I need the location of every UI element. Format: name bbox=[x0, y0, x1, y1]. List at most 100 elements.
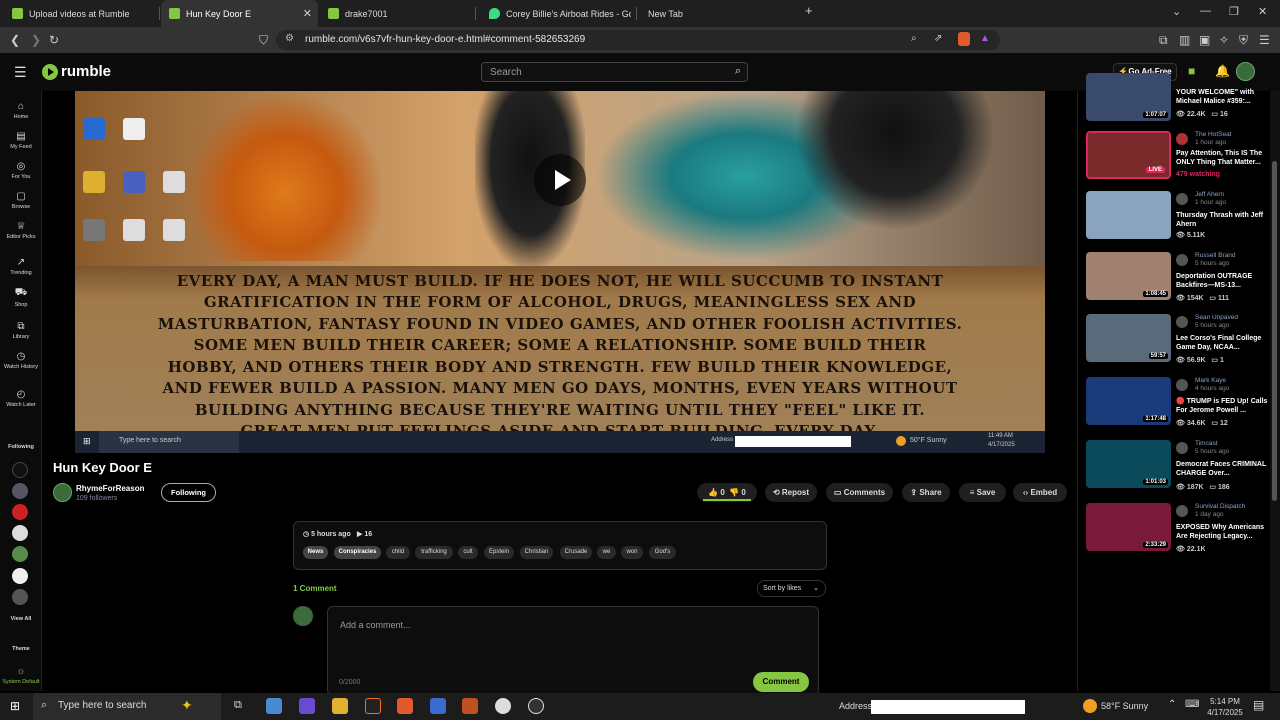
brave-rewards-icon[interactable]: ▲ bbox=[980, 33, 990, 44]
site-info-icon[interactable]: ⚙ bbox=[285, 33, 294, 44]
url-bar[interactable]: ⚙ rumble.com/v6s7vfr-hun-key-door-e.html… bbox=[276, 30, 1000, 50]
notifications-bell-icon[interactable]: 🔔 bbox=[1215, 64, 1230, 78]
channel-avatar[interactable] bbox=[1176, 505, 1188, 517]
tag-child[interactable]: child bbox=[386, 546, 410, 559]
channel-avatar[interactable] bbox=[1176, 193, 1188, 205]
nav-editor-picks[interactable]: ♕ Editor Picks bbox=[0, 221, 42, 240]
app-icon[interactable] bbox=[430, 698, 446, 714]
app-icon[interactable] bbox=[462, 698, 478, 714]
nav-trending[interactable]: ↗ Trending bbox=[0, 257, 42, 276]
nav-for-you[interactable]: ◎ For You bbox=[0, 161, 42, 180]
video-thumbnail[interactable]: 1:01:03 bbox=[1086, 440, 1171, 488]
media-player-icon[interactable] bbox=[528, 698, 544, 714]
reload-icon[interactable]: ↻ bbox=[49, 33, 59, 47]
video-title-link[interactable]: Pay Attention, This IS The ONLY Thing Th… bbox=[1176, 149, 1268, 167]
tag-we[interactable]: we bbox=[597, 546, 616, 559]
channel-avatar[interactable] bbox=[1176, 379, 1188, 391]
nav-library[interactable]: ⧉ Library bbox=[0, 321, 42, 340]
channel-avatar[interactable] bbox=[1176, 442, 1188, 454]
upload-camera-icon[interactable]: ■ bbox=[1188, 64, 1195, 78]
brave-shield-icon[interactable] bbox=[958, 32, 970, 46]
app-icon[interactable] bbox=[299, 698, 315, 714]
video-thumbnail[interactable]: 1:07:07 bbox=[1086, 73, 1171, 121]
tab-google-maps[interactable]: Corey Billie's Airboat Rides - Googl bbox=[481, 0, 637, 27]
video-title-link[interactable]: YOUR WELCOME" with Michael Malice #359:.… bbox=[1176, 88, 1268, 106]
taskbar-search[interactable]: ⌕ Type here to search ✦ bbox=[33, 693, 221, 720]
video-thumbnail[interactable]: LIVE bbox=[1086, 131, 1171, 179]
save-button[interactable]: ≡ Save bbox=[959, 483, 1006, 502]
menu-icon[interactable]: ☰ bbox=[1259, 33, 1270, 47]
tag-news[interactable]: News bbox=[303, 546, 328, 559]
video-title-link[interactable]: Thursday Thrash with Jeff Ahern bbox=[1176, 211, 1268, 229]
comments-button[interactable]: ▭ Comments bbox=[826, 483, 893, 502]
copilot-icon[interactable] bbox=[266, 698, 282, 714]
video-player[interactable]: EVERY DAY, A MAN MUST BUILD. IF HE DOES … bbox=[75, 91, 1045, 453]
video-author[interactable]: Jeff Ahern bbox=[1195, 191, 1224, 198]
tab-search-chevron-icon[interactable]: ⌄ bbox=[1172, 5, 1181, 18]
tag-gods[interactable]: God's bbox=[649, 546, 676, 559]
followed-channel-avatar[interactable] bbox=[12, 546, 28, 562]
video-thumbnail[interactable]: 1:17:48 bbox=[1086, 377, 1171, 425]
video-author[interactable]: Russell Brand bbox=[1195, 252, 1235, 259]
file-explorer-icon[interactable] bbox=[332, 698, 348, 714]
video-title-link[interactable]: Lee Corso's Final College Game Day, NCAA… bbox=[1176, 334, 1268, 352]
leo-ai-icon[interactable]: ✧ bbox=[1219, 33, 1229, 47]
nav-shop[interactable]: ⛟ Shop bbox=[0, 287, 42, 308]
video-thumbnail[interactable]: 2:33:29 bbox=[1086, 503, 1171, 551]
followed-channel-avatar[interactable] bbox=[12, 589, 28, 605]
tab-hun-key-door[interactable]: Hun Key Door E ✕ bbox=[161, 0, 318, 27]
video-thumbnail[interactable]: 59:57 bbox=[1086, 314, 1171, 362]
share-page-icon[interactable]: ⇗ bbox=[934, 33, 942, 44]
tab-new-tab[interactable]: New Tab bbox=[640, 0, 795, 27]
tag-epstein[interactable]: Epstein bbox=[484, 546, 514, 559]
windows-start-icon[interactable]: ⊞ bbox=[10, 699, 20, 713]
sidebar-toggle-icon[interactable]: ▥ bbox=[1179, 33, 1190, 47]
nav-home[interactable]: ⌂ Home bbox=[0, 101, 42, 120]
rumble-logo[interactable]: rumble bbox=[42, 63, 111, 80]
tab-drake[interactable]: drake7001 bbox=[320, 0, 476, 27]
thumbs-down-icon[interactable]: 👎 bbox=[729, 488, 739, 497]
share-button[interactable]: ⇪ Share bbox=[902, 483, 950, 502]
video-title-link[interactable]: Deportation OUTRAGE Backfires—MS-13... bbox=[1176, 272, 1268, 290]
tag-christian[interactable]: Christian bbox=[520, 546, 553, 559]
sort-dropdown[interactable]: Sort by likes ⌄ bbox=[757, 580, 826, 597]
theme-toggle[interactable]: ☼ System Default bbox=[0, 666, 42, 685]
close-tab-icon[interactable]: ✕ bbox=[303, 7, 312, 20]
extensions-icon[interactable]: ⧉ bbox=[1159, 33, 1168, 48]
brave-browser-icon[interactable] bbox=[397, 698, 413, 714]
followed-channel-avatar[interactable] bbox=[12, 462, 28, 478]
video-author[interactable]: Sean Unpaved bbox=[1195, 314, 1238, 321]
channel-name[interactable]: RhymeForReason bbox=[76, 484, 144, 493]
view-all-link[interactable]: View All bbox=[0, 616, 42, 622]
nav-my-feed[interactable]: ▤ My Feed bbox=[0, 131, 42, 150]
video-title-link[interactable]: EXPOSED Why Americans Are Rejecting Lega… bbox=[1176, 523, 1268, 541]
nav-browse[interactable]: ▢ Browse bbox=[0, 191, 42, 210]
page-scrollbar[interactable] bbox=[1270, 91, 1280, 691]
channel-avatar[interactable] bbox=[53, 483, 72, 502]
taskbar-address-input[interactable] bbox=[871, 700, 1025, 714]
tag-cult[interactable]: cult bbox=[458, 546, 478, 559]
minimize-icon[interactable]: — bbox=[1200, 5, 1211, 17]
video-author[interactable]: Survival Dispatch bbox=[1195, 503, 1245, 510]
tag-trafficking[interactable]: trafficking bbox=[415, 546, 453, 559]
scrollbar-thumb[interactable] bbox=[1272, 161, 1277, 501]
nav-watch-history[interactable]: ◷ Watch History bbox=[0, 351, 42, 370]
user-avatar[interactable] bbox=[1236, 62, 1255, 81]
app-icon[interactable] bbox=[495, 698, 511, 714]
tag-conspiracies[interactable]: Conspiracies bbox=[334, 546, 381, 559]
comment-input[interactable]: Add a comment... 0/2000 Comment bbox=[327, 606, 819, 696]
new-tab-plus-icon[interactable]: + bbox=[805, 3, 813, 18]
followed-channel-avatar[interactable] bbox=[12, 568, 28, 584]
forward-arrow-icon[interactable]: ❯ bbox=[31, 33, 41, 47]
video-thumbnail[interactable] bbox=[1086, 191, 1171, 239]
tag-won[interactable]: won bbox=[621, 546, 643, 559]
notification-center-icon[interactable]: ▤ bbox=[1253, 698, 1264, 712]
search-input[interactable]: Search ⌕ bbox=[481, 62, 748, 82]
app-icon[interactable] bbox=[365, 698, 381, 714]
hamburger-menu-icon[interactable]: ☰ bbox=[14, 64, 27, 81]
taskbar-weather[interactable]: 58°F Sunny bbox=[1101, 701, 1148, 711]
video-thumbnail[interactable]: 1:08:45 bbox=[1086, 252, 1171, 300]
back-arrow-icon[interactable]: ❮ bbox=[10, 33, 20, 47]
thumbs-up-icon[interactable]: 👍 bbox=[708, 488, 718, 497]
followed-channel-avatar[interactable] bbox=[12, 483, 28, 499]
